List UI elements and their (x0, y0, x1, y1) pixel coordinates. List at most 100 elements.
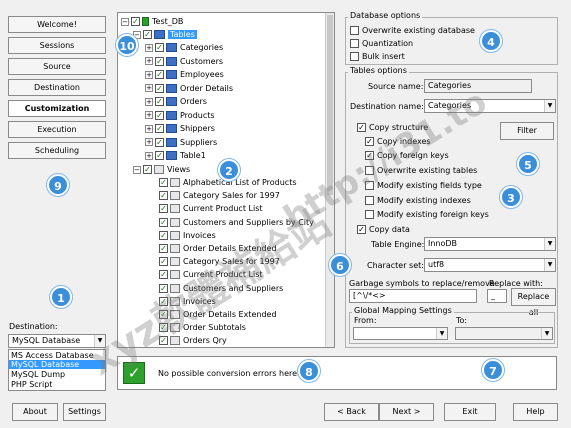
tree-checkbox[interactable]: ✓ (159, 230, 168, 240)
copy-structure-checkbox[interactable]: ✓ (357, 123, 366, 132)
tree-table-item[interactable]: + ✓ Shippers (145, 122, 215, 135)
tree-view-item[interactable]: ✓ Invoices (159, 295, 216, 308)
nav-execution[interactable]: Execution (8, 121, 106, 138)
collapse-icon[interactable]: − (121, 17, 129, 26)
tree-checkbox[interactable]: ✓ (159, 270, 168, 280)
tree-root[interactable]: − ✓ Test_DB (121, 15, 183, 28)
about-button[interactable]: About (12, 403, 58, 421)
expand-icon[interactable]: + (145, 43, 153, 52)
garbage-symbols-input[interactable]: [^\/*<> (349, 289, 477, 303)
nav-customization[interactable]: Customization (8, 100, 106, 117)
tree-checkbox[interactable]: ✓ (155, 70, 164, 79)
table-engine-select[interactable]: InnoDB ▼ (424, 237, 556, 251)
scrollbar-thumb[interactable] (327, 15, 333, 195)
tree-checkbox[interactable]: ✓ (155, 56, 164, 66)
tree-checkbox[interactable]: ✓ (159, 283, 168, 293)
tree-node-tables[interactable]: − ✓ Tables (133, 28, 197, 41)
tree-view-item[interactable]: ✓ Customers and Suppliers by City (159, 216, 314, 229)
tree-checkbox[interactable]: ✓ (159, 310, 168, 319)
settings-button[interactable]: Settings (63, 403, 106, 421)
tree-view-item[interactable]: ✓ Current Product List (159, 202, 263, 215)
character-set-select[interactable]: utf8 ▼ (424, 258, 556, 272)
quantization-checkbox[interactable] (350, 39, 359, 48)
tree-view-item[interactable]: ✓ Category Sales for 1997 (159, 255, 280, 268)
tree-view-item[interactable]: ✓ Customers and Suppliers (159, 282, 283, 295)
exit-button[interactable]: Exit (444, 403, 496, 421)
tree-view-item[interactable]: ✓ Invoices (159, 229, 216, 242)
tree-table-item[interactable]: + ✓ Suppliers (145, 136, 217, 149)
tree-table-item[interactable]: + ✓ Orders (145, 95, 207, 108)
filter-button[interactable]: Filter (500, 122, 554, 140)
tree-checkbox[interactable]: ✓ (159, 257, 168, 267)
tree-checkbox[interactable]: ✓ (159, 296, 168, 306)
destination-name-select[interactable]: Categories ▼ (424, 99, 556, 113)
bulk-insert-checkbox[interactable] (350, 52, 359, 61)
expand-icon[interactable]: + (145, 57, 153, 65)
tree-view-item[interactable]: ✓ Current Product List (159, 268, 263, 281)
modify-fields-checkbox[interactable] (365, 181, 374, 190)
tree-checkbox[interactable]: ✓ (155, 110, 164, 120)
modify-indexes-checkbox[interactable] (365, 196, 374, 205)
modify-foreign-keys-checkbox[interactable] (365, 210, 374, 219)
expand-icon[interactable]: + (145, 70, 153, 79)
back-button[interactable]: < Back (324, 403, 379, 421)
mapping-to-select[interactable]: ▼ (455, 327, 553, 340)
tree-checkbox[interactable]: ✓ (155, 124, 164, 133)
nav-sessions[interactable]: Sessions (8, 37, 106, 54)
copy-data-checkbox[interactable]: ✓ (357, 225, 366, 234)
destination-list[interactable]: MS Access Database MySQL Database MySQL … (8, 349, 106, 391)
tree-view-item[interactable]: ✓ Order Details Extended (159, 308, 277, 321)
tree-table-item[interactable]: + ✓ Employees (145, 68, 224, 81)
expand-icon[interactable]: + (145, 151, 153, 160)
tree-scrollbar[interactable] (325, 13, 334, 347)
tree-checkbox[interactable]: ✓ (159, 204, 168, 214)
copy-indexes-checkbox[interactable]: ✓ (365, 137, 374, 146)
tree-checkbox[interactable]: ✓ (159, 191, 168, 201)
expand-icon[interactable]: + (145, 84, 153, 92)
tree-table-item[interactable]: + ✓ Products (145, 109, 215, 122)
tree-table-item[interactable]: + ✓ Table1 (145, 149, 206, 162)
replace-all-button[interactable]: Replace all (511, 288, 556, 317)
tree-checkbox[interactable]: ✓ (159, 323, 168, 333)
tree-checkbox[interactable]: ✓ (143, 30, 152, 39)
expand-icon[interactable]: + (145, 111, 153, 119)
help-button[interactable]: Help (513, 403, 558, 421)
mapping-from-select[interactable]: ▼ (353, 327, 448, 340)
tree-checkbox[interactable]: ✓ (159, 178, 168, 187)
tree-node-views[interactable]: − ✓ Views (133, 163, 190, 176)
tree-checkbox[interactable]: ✓ (131, 17, 140, 26)
nav-welcome[interactable]: Welcome! (8, 16, 106, 33)
tree-checkbox[interactable]: ✓ (155, 43, 164, 52)
tree-view-item[interactable]: ✓ Orders Qry (159, 334, 227, 347)
tree-checkbox[interactable]: ✓ (159, 244, 168, 253)
tree-checkbox[interactable]: ✓ (155, 83, 164, 93)
tree-table-item[interactable]: + ✓ Order Details (145, 82, 233, 95)
tree-view-item[interactable]: ✓ Order Details Extended (159, 242, 277, 255)
list-item-selected[interactable]: MySQL Database (9, 360, 105, 369)
next-button[interactable]: Next > (379, 403, 434, 421)
list-item[interactable]: MySQL Dump (11, 370, 65, 379)
tree-checkbox[interactable]: ✓ (155, 137, 164, 147)
list-item[interactable]: MS Access Database (11, 351, 94, 360)
nav-scheduling[interactable]: Scheduling (8, 142, 106, 159)
replace-with-input[interactable]: _ (487, 289, 507, 303)
nav-source[interactable]: Source (8, 58, 106, 75)
tree-view-item[interactable]: ✓ Category Sales for 1997 (159, 189, 280, 202)
tree-checkbox[interactable]: ✓ (159, 336, 168, 346)
tree-checkbox[interactable]: ✓ (155, 151, 164, 160)
collapse-icon[interactable]: − (133, 165, 141, 174)
list-item[interactable]: PHP Script (11, 380, 52, 389)
tree-checkbox[interactable]: ✓ (159, 217, 168, 227)
tree-table-item[interactable]: + ✓ Customers (145, 55, 223, 68)
destination-select[interactable]: MySQL Database ▼ (8, 334, 106, 348)
expand-icon[interactable]: + (145, 138, 153, 146)
copy-foreign-keys-checkbox[interactable]: ✓ (365, 151, 374, 160)
expand-icon[interactable]: + (145, 97, 153, 106)
tree-view-item[interactable]: ✓ Order Subtotals (159, 321, 246, 334)
tree-table-item[interactable]: + ✓ Categories (145, 41, 223, 54)
overwrite-database-checkbox[interactable] (350, 26, 359, 35)
tree-checkbox[interactable]: ✓ (155, 97, 164, 106)
nav-destination[interactable]: Destination (8, 79, 106, 96)
tree-checkbox[interactable]: ✓ (143, 165, 152, 174)
expand-icon[interactable]: + (145, 124, 153, 133)
